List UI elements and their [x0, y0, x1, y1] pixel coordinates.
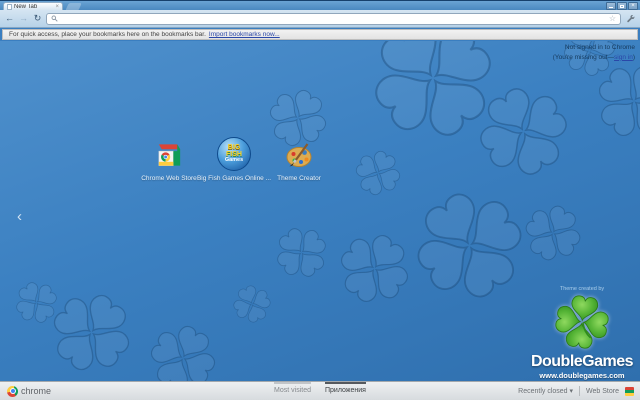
- forward-button[interactable]: →: [18, 14, 29, 23]
- close-button[interactable]: ×: [628, 2, 638, 10]
- chrome-logo-icon: [7, 385, 18, 397]
- search-icon: [51, 15, 58, 22]
- window-controls: ×: [606, 2, 638, 10]
- doublegames-url: www.doublegames.com: [539, 371, 625, 380]
- toolbar: ← → ↻ ☆: [0, 10, 640, 28]
- maximize-icon: [620, 4, 624, 8]
- sign-in-link[interactable]: sign in: [614, 54, 633, 61]
- address-input[interactable]: [61, 13, 606, 24]
- web-store-link[interactable]: Web Store: [586, 388, 619, 395]
- app-label: Big Fish Games Online ...: [196, 175, 272, 182]
- signin-notice: Not signed in to Chrome (You're missing …: [553, 43, 635, 63]
- divider: [579, 386, 581, 396]
- app-label: Theme Creator: [277, 175, 321, 182]
- minimize-button[interactable]: [606, 2, 616, 10]
- reload-button[interactable]: ↻: [32, 14, 43, 23]
- signin-line1: Not signed in to Chrome: [564, 44, 635, 51]
- bottom-bar-right: Recently closed ▾ Web Store: [518, 386, 640, 396]
- big-fish-games-icon: BIG FISH Games: [217, 137, 251, 171]
- wrench-menu-button[interactable]: [624, 13, 636, 25]
- app-chrome-web-store[interactable]: Chrome Web Store: [138, 137, 200, 182]
- app-theme-creator[interactable]: Theme Creator: [268, 137, 330, 182]
- import-bookmarks-link[interactable]: Import bookmarks now...: [209, 31, 280, 38]
- bookmarks-infobar: For quick access, place your bookmarks h…: [2, 29, 638, 40]
- chrome-brand-label: chrome: [21, 386, 52, 396]
- apps-row: Chrome Web Store BIG FISH Games Big Fish…: [138, 137, 330, 182]
- bottom-bar: chrome Most visited Приложения Recently …: [0, 381, 640, 400]
- clover-shape: [274, 225, 329, 280]
- clover-shape: [232, 284, 272, 324]
- browser-window: New Tab × × ← → ↻ ☆ For quick access, pl…: [0, 0, 640, 400]
- theme-credit: Theme created by: [559, 286, 605, 292]
- recently-closed-menu[interactable]: Recently closed ▾: [518, 387, 573, 395]
- tab-strip: New Tab × ×: [0, 0, 640, 11]
- tab-most-visited[interactable]: Most visited: [274, 382, 311, 400]
- minimize-icon: [609, 7, 613, 8]
- page-switcher-left[interactable]: ‹: [17, 209, 22, 224]
- back-button[interactable]: ←: [4, 14, 15, 23]
- clover-shape: [523, 203, 583, 263]
- maximize-button[interactable]: [617, 2, 627, 10]
- chrome-brand: chrome: [0, 385, 52, 397]
- infobar-message: For quick access, place your bookmarks h…: [9, 31, 206, 38]
- clover-shape: [49, 290, 134, 375]
- chrome-web-store-icon: [158, 144, 180, 166]
- clover-shape: [337, 231, 412, 306]
- omnibox[interactable]: ☆: [46, 12, 621, 25]
- app-label: Chrome Web Store: [141, 175, 197, 182]
- clover-shape: [412, 188, 527, 303]
- wrench-icon: [626, 14, 634, 23]
- clover-shape: [354, 149, 402, 197]
- clover-shape: [476, 84, 571, 179]
- signin-line2: (You're missing out—sign in): [552, 53, 635, 61]
- doublegames-title: DoubleGames: [530, 353, 634, 370]
- clover-shape: [148, 323, 218, 381]
- new-tab-page: Not signed in to Chrome (You're missing …: [0, 41, 640, 381]
- web-store-mini-icon[interactable]: [625, 386, 634, 396]
- doublegames-block: Theme created by DoubleGames www.doubleg…: [526, 286, 638, 380]
- chevron-down-icon: ▾: [569, 388, 574, 395]
- clover-shape: [14, 280, 59, 325]
- app-big-fish-games[interactable]: BIG FISH Games Big Fish Games Online ...: [197, 137, 271, 182]
- theme-creator-icon: [286, 143, 312, 167]
- tab-apps[interactable]: Приложения: [325, 382, 366, 400]
- doublegames-clover-logo: [554, 294, 610, 350]
- bookmark-star-icon[interactable]: ☆: [609, 14, 616, 23]
